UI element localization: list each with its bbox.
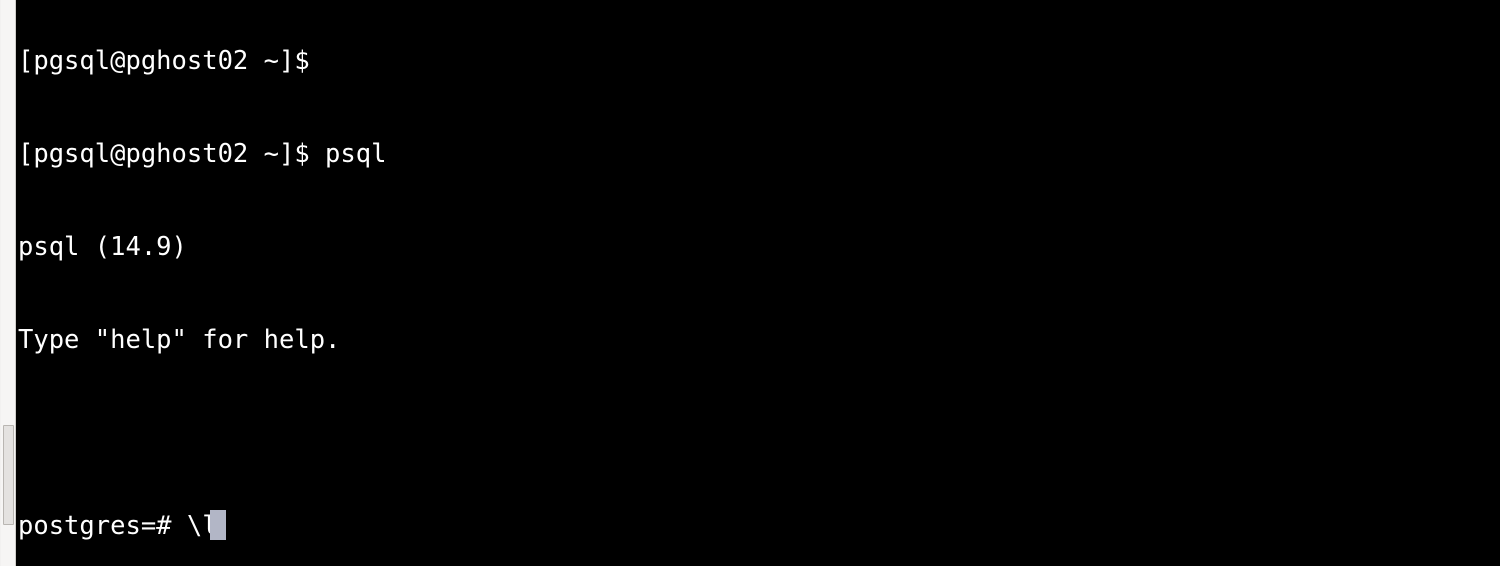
terminal-line: [pgsql@pghost02 ~]$ (18, 46, 310, 76)
terminal-line: psql (14.9) (18, 232, 187, 262)
scrollbar-thumb[interactable] (3, 425, 14, 525)
terminal-line: Type "help" for help. (18, 325, 341, 355)
terminal-output-area[interactable]: [pgsql@pghost02 ~]$ [pgsql@pghost02 ~]$ … (17, 0, 1500, 566)
text-cursor (210, 510, 226, 540)
scrollbar-trough[interactable] (1, 0, 15, 566)
terminal-window: [pgsql@pghost02 ~]$ [pgsql@pghost02 ~]$ … (0, 0, 1500, 566)
terminal-text: [pgsql@pghost02 ~]$ [pgsql@pghost02 ~]$ … (18, 0, 1292, 566)
vertical-scrollbar[interactable] (0, 0, 16, 566)
terminal-line: [pgsql@pghost02 ~]$ psql (18, 139, 387, 169)
